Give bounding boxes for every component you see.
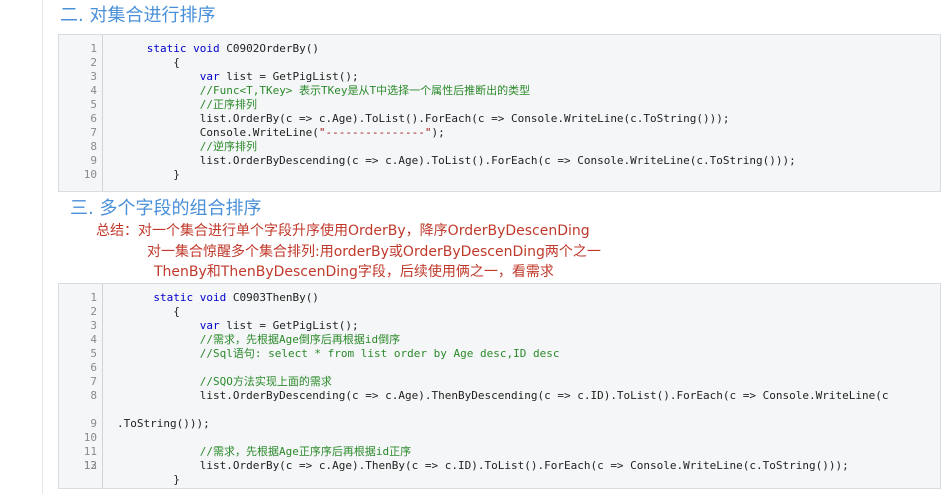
- code-text: list.OrderByDescending(c => c.Age).ThenB…: [107, 389, 889, 402]
- code-line: 2 {: [59, 305, 940, 319]
- code-line: 1 static void C0902OrderBy(): [59, 42, 940, 56]
- code-line: 1 static void C0903ThenBy(): [59, 291, 940, 305]
- code-text: }: [107, 473, 180, 486]
- code-line: 6 list.OrderBy(c => c.Age).ToList().ForE…: [59, 112, 940, 126]
- code-line: 10 }: [59, 168, 940, 182]
- code-line: 5 //正序排列: [59, 98, 940, 112]
- code-line: 8 //逆序排列: [59, 140, 940, 154]
- line-number: 11: [83, 445, 97, 458]
- code-line: 10: [59, 431, 940, 445]
- code-line: 6: [59, 361, 940, 375]
- line-number: 1: [90, 42, 97, 55]
- code-text: }: [107, 168, 180, 181]
- line-number: 13: [83, 459, 97, 472]
- code-text: {: [107, 56, 180, 69]
- code-text: static void C0902OrderBy(): [146, 42, 319, 55]
- section-heading-sort: 二. 对集合进行排序: [60, 5, 216, 26]
- line-number: 8: [90, 389, 97, 402]
- summary-line-3: ThenBy和ThenByDescenDing字段，后续使用俩之一，看需求: [154, 264, 554, 280]
- code-text: static void C0903ThenBy(): [153, 291, 319, 304]
- code-block-orderby: 1 static void C0902OrderBy() 2 {3 var lis…: [58, 34, 941, 192]
- line-number: 8: [90, 140, 97, 153]
- line-number: 9: [90, 154, 97, 167]
- code-line: 7 Console.WriteLine("---------------");: [59, 126, 940, 140]
- code-line: 9 list.OrderByDescending(c => c.Age).ToL…: [59, 154, 940, 168]
- line-number: 6: [90, 112, 97, 125]
- line-number: 1: [90, 291, 97, 304]
- code-text: list.OrderBy(c => c.Age).ToList().ForEac…: [107, 112, 730, 125]
- summary-line-1: 总结：对一个集合进行单个字段升序使用OrderBy，降序OrderByDesce…: [96, 223, 590, 239]
- code-text: var list = GetPigList();: [199, 319, 359, 332]
- line-number: 3: [90, 70, 97, 83]
- line-number: 5: [90, 98, 97, 111]
- code-line: 7 //SQO方法实现上面的需求: [59, 375, 940, 389]
- code-text: var list = GetPigList();: [199, 70, 359, 83]
- code-text: //需求，先根据Age正序序后再根据id正序: [199, 445, 412, 458]
- code-text: //Func<T,TKey> 表示TKey是从T中选择一个属性后推断出的类型: [199, 84, 531, 97]
- line-number: 2: [90, 56, 97, 69]
- code-line: 2 {: [59, 56, 940, 70]
- code-line: 8 list.OrderByDescending(c => c.Age).The…: [59, 389, 940, 403]
- code-line: }: [59, 473, 940, 487]
- line-number: 10: [83, 168, 97, 181]
- code-line: 4 //Func<T,TKey> 表示TKey是从T中选择一个属性后推断出的类型: [59, 84, 940, 98]
- code-line: 4 //需求，先根据Age倒序后再根据id倒序: [59, 333, 940, 347]
- line-number: 6: [90, 361, 97, 374]
- code-text: //正序排列: [199, 98, 257, 111]
- code-line: 13: [59, 459, 940, 473]
- line-number: 5: [90, 347, 97, 360]
- code-line: 11 //需求，先根据Age正序序后再根据id正序: [59, 445, 940, 459]
- code-line: 5 //Sql语句: select * from list order by A…: [59, 347, 940, 361]
- code-text: list.OrderByDescending(c => c.Age).ToLis…: [107, 154, 796, 167]
- code-text: //Sql语句: select * from list order by Age…: [199, 347, 560, 360]
- code-line: 3 var list = GetPigList();: [59, 70, 940, 84]
- code-text: //需求，先根据Age倒序后再根据id倒序: [199, 333, 401, 346]
- line-number: 7: [90, 126, 97, 139]
- code-line: 3 var list = GetPigList();: [59, 319, 940, 333]
- code-text: {: [107, 305, 180, 318]
- section-heading-multi-sort: 三. 多个字段的组合排序: [70, 198, 262, 219]
- code-text: //逆序排列: [199, 140, 257, 153]
- summary-line-2: 对一集合惊醒多个集合排列:用orderBy或OrderByDescenDing两…: [147, 244, 601, 260]
- code-text: .ToString()));: [117, 417, 210, 430]
- code-text: //SQO方法实现上面的需求: [199, 375, 332, 388]
- page-left-border: [42, 0, 43, 494]
- code-block-thenby: 1 static void C0903ThenBy() 2 {3 var list…: [58, 283, 941, 489]
- line-number: 4: [90, 84, 97, 97]
- code-text: Console.WriteLine("---------------");: [107, 126, 445, 139]
- line-number: 7: [90, 375, 97, 388]
- line-number: 3: [90, 319, 97, 332]
- code-line-wrap: .ToString()));: [59, 403, 940, 430]
- line-number: 4: [90, 333, 97, 346]
- line-number: 2: [90, 305, 97, 318]
